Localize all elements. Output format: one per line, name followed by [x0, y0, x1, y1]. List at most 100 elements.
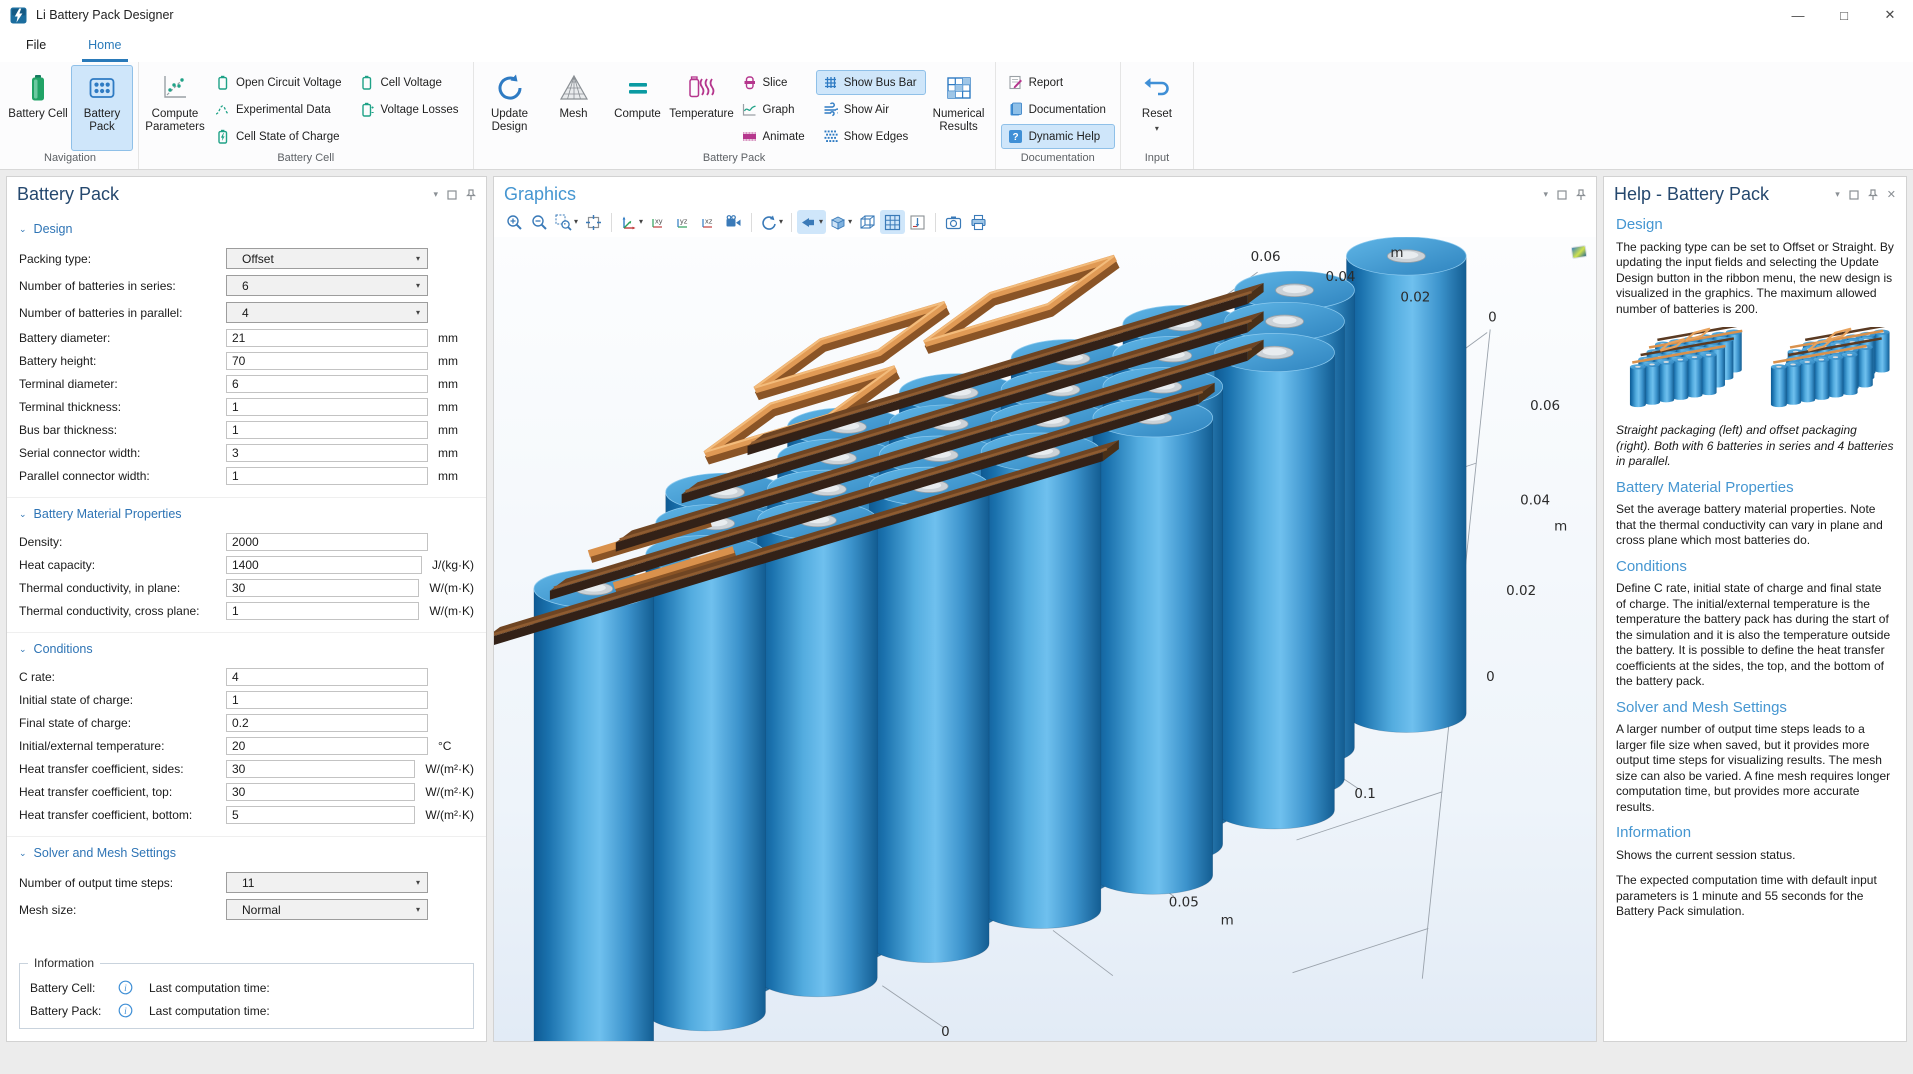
ribbon-button-battery-pack[interactable]: Battery Pack	[71, 65, 133, 151]
pin-panel-icon[interactable]	[466, 189, 476, 201]
rotate-button[interactable]: ▾	[757, 210, 786, 234]
axis-box-button[interactable]	[905, 210, 930, 234]
mesh-size-dropdown[interactable]: Normal▾	[226, 899, 428, 920]
grid-button[interactable]	[880, 210, 905, 234]
ribbon-button-report[interactable]: Report	[1001, 70, 1115, 95]
bus-bar-thickness-input[interactable]: 1	[226, 421, 428, 439]
chevron-down-icon: ▾	[848, 219, 852, 225]
section-header[interactable]: ⌄Battery Material Properties	[19, 500, 474, 530]
pin-panel-icon[interactable]	[1576, 189, 1586, 201]
view-xy-button[interactable]: xy	[646, 210, 671, 234]
ribbon-button-show-edges[interactable]: Show Edges	[816, 124, 926, 149]
info-icon[interactable]: i	[118, 1003, 133, 1018]
ribbon-button-numerical-results[interactable]: Numerical Results	[928, 65, 990, 151]
section-header[interactable]: ⌄Conditions	[19, 635, 474, 665]
ribbon-button-open-circuit-voltage[interactable]: Open Circuit Voltage	[208, 70, 350, 95]
field-row-initial-external-temperature-: Initial/external temperature:20°C	[19, 734, 474, 757]
thermal-conductivity-cross-plane-input[interactable]: 1	[226, 602, 419, 620]
ribbon-button-animate[interactable]: Animate	[735, 124, 814, 149]
orthographic-button[interactable]	[855, 210, 880, 234]
help-paragraph: A larger number of output time steps lea…	[1616, 722, 1894, 815]
float-panel-icon[interactable]	[1849, 190, 1859, 200]
terminal-thickness-input[interactable]: 1	[226, 398, 428, 416]
float-panel-icon[interactable]	[1557, 190, 1567, 200]
ribbon-button-temperature[interactable]: Temperature	[671, 65, 733, 151]
heat-transfer-coefficient-bottom-input[interactable]: 5	[226, 806, 415, 824]
parallel-connector-width-input[interactable]: 1	[226, 467, 428, 485]
zoom-box-button[interactable]: ▾	[552, 210, 581, 234]
terminal-diameter-input[interactable]: 6	[226, 375, 428, 393]
mesh-icon	[559, 73, 589, 103]
final-state-of-charge-input[interactable]: 0.2	[226, 714, 428, 732]
graphics-canvas[interactable]: 0.060.040.020m0.060.040.020m0.10.050m	[494, 237, 1596, 1041]
number-of-batteries-in-series-dropdown[interactable]: 6▾	[226, 275, 428, 296]
ribbon-button-reset[interactable]: Reset▾	[1126, 65, 1188, 151]
heat-transfer-coefficient-sides-input[interactable]: 30	[226, 760, 415, 778]
number-of-batteries-in-parallel-dropdown[interactable]: 4▾	[226, 302, 428, 323]
c-rate-input[interactable]: 4	[226, 668, 428, 686]
serial-connector-width-input[interactable]: 3	[226, 444, 428, 462]
chevron-down-icon: ⌄	[19, 848, 27, 859]
view-xz-button[interactable]: xz	[696, 210, 721, 234]
ribbon-button-update-design[interactable]: Update Design	[479, 65, 541, 151]
battery-cell-icon	[23, 73, 53, 103]
menu-file[interactable]: File	[20, 38, 52, 62]
ribbon-button-voltage-losses[interactable]: Voltage Losses	[352, 97, 467, 122]
field-row-battery-height-: Battery height:70mm	[19, 349, 474, 372]
float-panel-icon[interactable]	[447, 190, 457, 200]
battery-diameter-input[interactable]: 21	[226, 329, 428, 347]
packing-type-dropdown[interactable]: Offset▾	[226, 248, 428, 269]
ribbon-button-documentation[interactable]: Documentation	[1001, 97, 1115, 122]
heat-capacity-input[interactable]: 1400	[226, 556, 422, 574]
info-icon[interactable]: i	[118, 980, 133, 995]
ribbon-button-slice[interactable]: Slice	[735, 70, 814, 95]
workspace: Battery Pack ▾ ⌄DesignPacking type:Offse…	[0, 170, 1913, 1048]
view-yz-button[interactable]: yz	[671, 210, 696, 234]
section-header[interactable]: ⌄Design	[19, 215, 474, 245]
number-of-output-time-steps-dropdown[interactable]: 11▾	[226, 872, 428, 893]
collapse-panel-icon[interactable]: ▾	[433, 189, 438, 200]
ribbon-button-show-bus-bar[interactable]: Show Bus Bar	[816, 70, 926, 95]
collapse-panel-icon[interactable]: ▾	[1543, 189, 1548, 200]
zoom-extents-button[interactable]	[581, 210, 606, 234]
default-view-button[interactable]: ▾	[617, 210, 646, 234]
initial-state-of-charge-input[interactable]: 1	[226, 691, 428, 709]
minimize-icon[interactable]: —	[1775, 0, 1821, 30]
section-header[interactable]: ⌄Solver and Mesh Settings	[19, 839, 474, 869]
section-solver-and-mesh-settings: ⌄Solver and Mesh SettingsNumber of outpu…	[7, 836, 486, 929]
comsol-logo-button[interactable]	[1569, 242, 1589, 262]
menu-home[interactable]: Home	[82, 38, 127, 62]
thermal-conductivity-in-plane-input[interactable]: 30	[226, 579, 419, 597]
view-xy-icon: xy	[650, 214, 668, 231]
zoom-out-icon	[531, 214, 548, 231]
ribbon-button-cell-voltage[interactable]: Cell Voltage	[352, 70, 467, 95]
ribbon-button-battery-cell[interactable]: Battery Cell	[7, 65, 69, 151]
ribbon-button-compute-parameters[interactable]: Compute Parameters	[144, 65, 206, 151]
heat-transfer-coefficient-top-input[interactable]: 30	[226, 783, 415, 801]
battery-pack-3d-view[interactable]: 0.060.040.020m0.060.040.020m0.10.050m	[494, 237, 1596, 1041]
scene-light-button[interactable]: ▾	[797, 210, 826, 234]
appearance-button[interactable]: ▾	[826, 210, 855, 234]
initial-external-temperature-input[interactable]: 20	[226, 737, 428, 755]
close-icon[interactable]: ✕	[1867, 0, 1913, 30]
snapshot-button[interactable]	[941, 210, 966, 234]
battery-height-input[interactable]: 70	[226, 352, 428, 370]
ribbon-button-compute[interactable]: Compute	[607, 65, 669, 151]
close-panel-icon[interactable]: ✕	[1887, 188, 1896, 201]
collapse-panel-icon[interactable]: ▾	[1835, 189, 1840, 200]
ribbon-button-dynamic-help[interactable]: ?Dynamic Help	[1001, 124, 1115, 149]
ribbon-button-cell-state-of-charge[interactable]: Cell State of Charge	[208, 124, 350, 149]
maximize-icon[interactable]: □	[1821, 0, 1867, 30]
app-icon	[10, 7, 27, 24]
movie-button[interactable]	[721, 210, 746, 234]
ribbon-button-graph[interactable]: Graph	[735, 97, 814, 122]
orthographic-icon	[859, 214, 876, 231]
zoom-in-button[interactable]	[502, 210, 527, 234]
ribbon-button-experimental-data[interactable]: Experimental Data	[208, 97, 350, 122]
pin-panel-icon[interactable]	[1868, 189, 1878, 201]
print-button[interactable]	[966, 210, 991, 234]
density-input[interactable]: 2000	[226, 533, 428, 551]
zoom-out-button[interactable]	[527, 210, 552, 234]
ribbon-button-show-air[interactable]: Show Air	[816, 97, 926, 122]
ribbon-button-mesh[interactable]: Mesh	[543, 65, 605, 151]
